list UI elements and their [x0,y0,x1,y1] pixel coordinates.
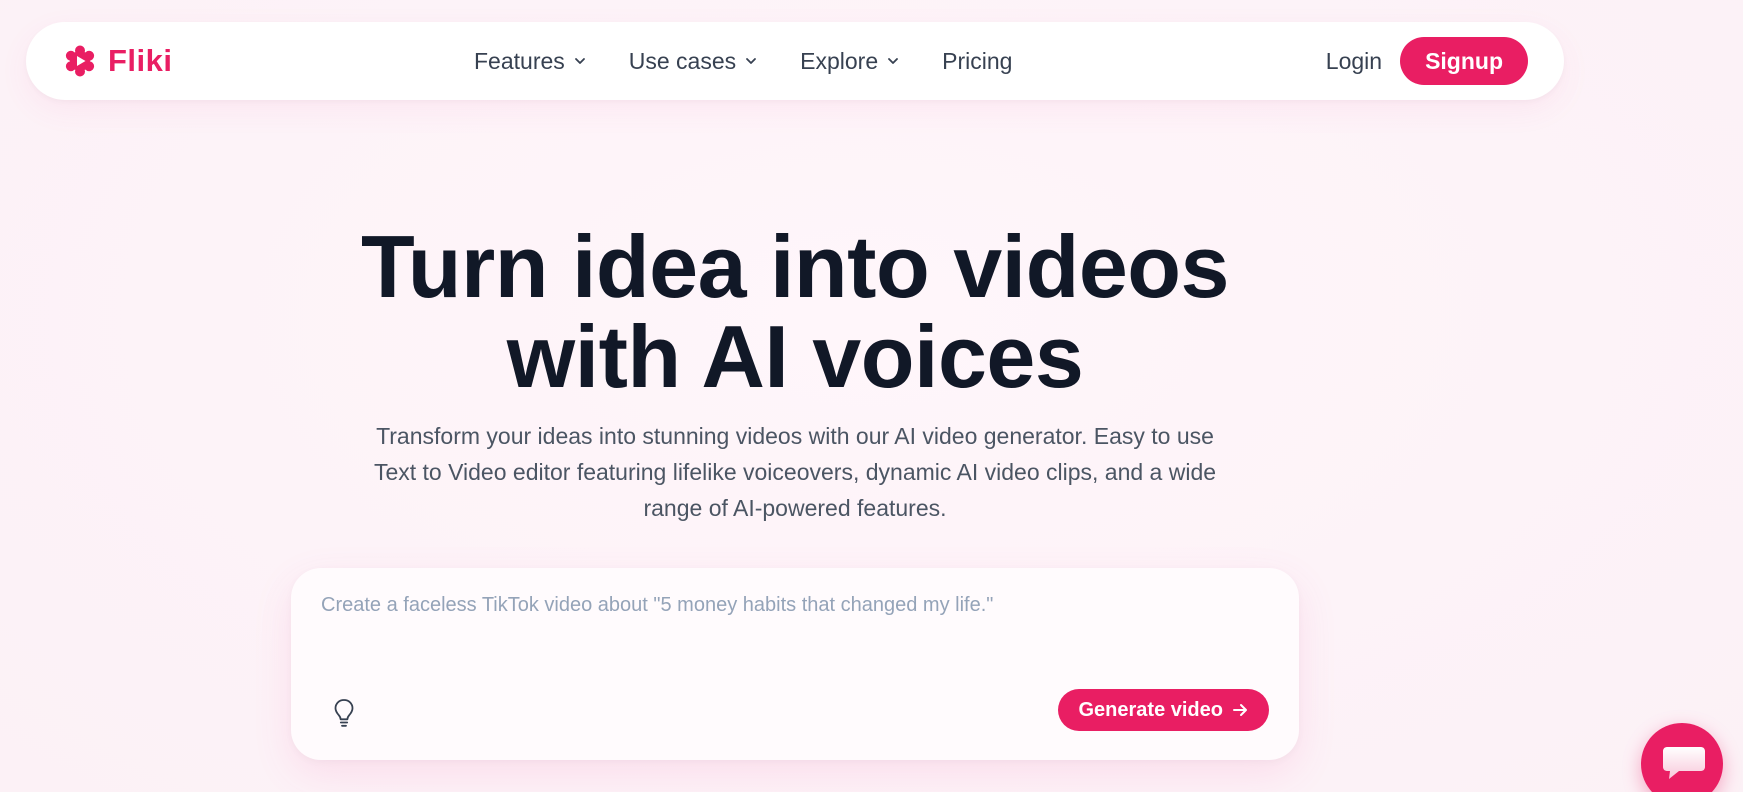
nav-item-explore[interactable]: Explore [800,48,900,75]
hero-subtitle: Transform your ideas into stunning video… [373,423,1217,521]
nav-item-label: Explore [800,47,879,74]
navbar: Fliki Features Use cases Explore Pricing… [26,22,1564,100]
nav-item-use-cases[interactable]: Use cases [629,48,758,75]
brand-name: Fliki [108,43,173,78]
hero-title-line-1: Turn idea into videos [361,217,1229,316]
chat-widget-button[interactable] [1641,723,1723,792]
main-nav: Features Use cases Explore Pricing [474,22,1012,100]
flower-play-icon [65,45,95,77]
chevron-down-icon [888,58,899,64]
chevron-down-icon [574,58,585,64]
chat-bubble-icon [1663,747,1705,779]
login-link[interactable]: Login [1326,48,1382,75]
signup-button[interactable]: Signup [1400,37,1528,85]
idea-suggestion-button[interactable] [329,696,359,730]
prompt-input[interactable] [321,594,1261,654]
prompt-card: Generate video [291,568,1299,760]
page: Fliki Features Use cases Explore Pricing… [0,0,1743,792]
nav-item-label: Features [474,47,565,74]
generate-video-button[interactable]: Generate video [1058,689,1269,731]
brand-logo[interactable]: Fliki [64,42,173,80]
nav-item-label: Use cases [628,47,737,74]
hero-title: Turn idea into videos with AI voices [0,222,1590,402]
chevron-down-icon [746,58,757,64]
generate-video-label: Generate video [1078,698,1223,721]
arrow-right-icon [1233,704,1247,716]
lightbulb-icon [334,699,354,727]
nav-item-pricing[interactable]: Pricing [942,48,1012,75]
nav-item-label: Pricing [942,47,1013,74]
nav-item-features[interactable]: Features [474,48,587,75]
auth-actions: Login Signup [1326,22,1528,100]
hero-title-line-2: with AI voices [506,307,1084,406]
